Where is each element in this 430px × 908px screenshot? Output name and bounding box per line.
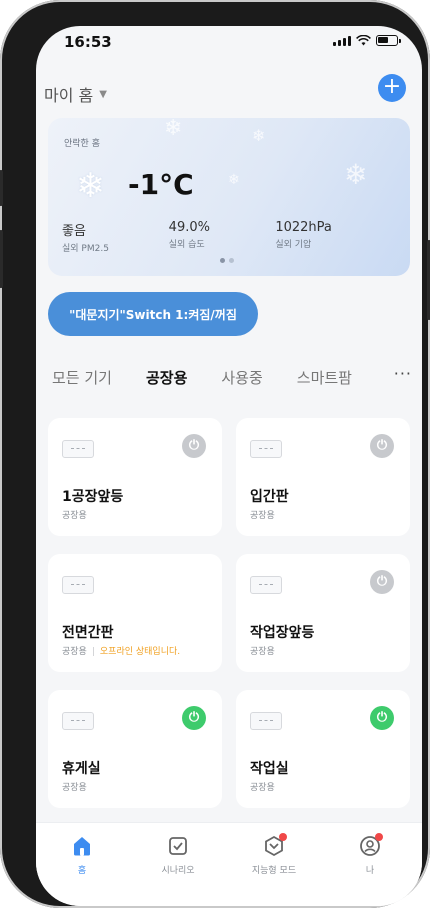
snowflake-decoration-icon: ❄ xyxy=(344,158,368,191)
room-tabs: 모든 기기 공장용 사용중 스마트팜 ··· xyxy=(52,362,412,392)
nav-item-scenario[interactable]: 시나리오 xyxy=(138,833,218,876)
device-room-label: 공장용 xyxy=(62,647,87,657)
device-card[interactable]: ⏻ 휴게실 공장용 xyxy=(48,690,222,808)
device-room: 공장용 xyxy=(62,780,87,793)
device-thumbnail xyxy=(62,440,94,458)
device-card[interactable]: ⏻ 작업실 공장용 xyxy=(236,690,410,808)
device-thumbnail xyxy=(250,576,282,594)
tab-in-use[interactable]: 사용중 xyxy=(221,367,262,388)
page-dot xyxy=(229,258,234,263)
status-icons xyxy=(333,35,401,46)
device-card[interactable]: ⏻ 작업장앞등 공장용 xyxy=(236,554,410,672)
status-bar: 16:53 xyxy=(36,26,422,66)
page-indicator xyxy=(220,258,234,263)
tab-all-devices[interactable]: 모든 기기 xyxy=(52,367,112,388)
profile-icon-wrap xyxy=(357,833,383,859)
device-thumbnail xyxy=(250,440,282,458)
battery-icon xyxy=(376,35,401,46)
more-tabs-button[interactable]: ··· xyxy=(394,364,412,383)
device-room: 공장용 xyxy=(250,508,275,521)
smart-mode-icon-wrap xyxy=(261,833,287,859)
device-room-label: 공장용 xyxy=(62,511,87,521)
weather-location-label: 안락한 홈 xyxy=(64,139,100,149)
notification-dot xyxy=(375,833,383,841)
app-screen: 16:53 마이 홈 ▼ + ❄ ❄ ❄ ❄ 안락한 홈 ❄ -1°C 좋음 실… xyxy=(36,26,422,906)
power-button[interactable]: ⏻ xyxy=(370,434,394,458)
device-name: 작업실 xyxy=(250,761,289,777)
temperature-value: -1°C xyxy=(128,168,194,201)
device-card[interactable]: 전면간판 공장용 | 오프라인 상태입니다. xyxy=(48,554,222,672)
power-button[interactable]: ⏻ xyxy=(370,570,394,594)
device-name: 휴게실 xyxy=(62,761,101,777)
snowflake-icon: ❄ xyxy=(76,166,105,206)
offline-status: 오프라인 상태입니다. xyxy=(99,647,181,657)
device-card[interactable]: ⏻ 1공장앞등 공장용 xyxy=(48,418,222,536)
device-name: 입간판 xyxy=(250,489,289,505)
phone-frame: 16:53 마이 홈 ▼ + ❄ ❄ ❄ ❄ 안락한 홈 ❄ -1°C 좋음 실… xyxy=(0,0,430,908)
stat-value: 좋음 xyxy=(62,224,86,239)
device-room: 공장용 xyxy=(250,780,275,793)
tab-factory[interactable]: 공장용 xyxy=(146,367,187,388)
snowflake-decoration-icon: ❄ xyxy=(164,118,183,141)
device-thumbnail xyxy=(62,712,94,730)
wifi-icon xyxy=(356,35,371,46)
volume-up-button xyxy=(0,230,3,288)
caret-down-icon: ▼ xyxy=(99,88,107,100)
device-name: 전면간판 xyxy=(62,625,114,641)
mute-switch xyxy=(0,170,3,206)
nav-label: 나 xyxy=(365,866,375,876)
stat-label: 실외 기압 xyxy=(275,240,312,250)
separator: | xyxy=(91,647,95,657)
nav-label: 홈 xyxy=(77,866,87,876)
checkbox-icon xyxy=(169,837,187,855)
stat-value: 1022hPa xyxy=(275,220,332,235)
add-button[interactable]: + xyxy=(378,74,406,102)
notification-dot xyxy=(279,833,287,841)
home-header: 마이 홈 ▼ + xyxy=(36,66,422,116)
snowflake-decoration-icon: ❄ xyxy=(228,172,240,188)
stat-label: 실외 PM2.5 xyxy=(62,244,109,254)
device-room-label: 공장용 xyxy=(250,647,275,657)
device-name: 작업장앞등 xyxy=(250,625,315,641)
status-time: 16:53 xyxy=(64,33,112,51)
home-icon xyxy=(74,837,90,856)
home-selector[interactable]: 마이 홈 ▼ xyxy=(44,82,107,106)
weather-stats: 좋음 실외 PM2.5 49.0% 실외 습도 1022hPa 실외 기압 xyxy=(62,220,382,254)
device-name: 1공장앞등 xyxy=(62,489,124,505)
device-card[interactable]: ⏻ 입간판 공장용 xyxy=(236,418,410,536)
device-room: 공장용 xyxy=(62,508,87,521)
device-room-label: 공장용 xyxy=(250,511,275,521)
device-room-label: 공장용 xyxy=(62,783,87,793)
nav-label: 시나리오 xyxy=(161,866,195,876)
page-dot-active xyxy=(220,258,225,263)
stat-value: 49.0% xyxy=(168,220,210,235)
stat-pm25: 좋음 실외 PM2.5 xyxy=(62,220,159,254)
power-button[interactable]: ⏻ xyxy=(370,706,394,730)
nav-item-me[interactable]: 나 xyxy=(330,833,410,876)
signal-icon xyxy=(333,35,351,46)
tab-smart-farm[interactable]: 스마트팜 xyxy=(297,367,352,388)
device-room: 공장용 xyxy=(250,644,275,657)
nav-item-home[interactable]: 홈 xyxy=(42,833,122,876)
device-room-label: 공장용 xyxy=(250,783,275,793)
stat-label: 실외 습도 xyxy=(168,240,205,250)
device-thumbnail xyxy=(62,576,94,594)
power-button[interactable]: ⏻ xyxy=(182,706,206,730)
snowflake-decoration-icon: ❄ xyxy=(252,126,266,145)
power-button[interactable]: ⏻ xyxy=(182,434,206,458)
scene-shortcut-button[interactable]: "대문지기"Switch 1:켜짐/꺼짐 xyxy=(48,292,258,336)
nav-label: 지능형 모드 xyxy=(251,866,297,876)
device-thumbnail xyxy=(250,712,282,730)
weather-card[interactable]: ❄ ❄ ❄ ❄ 안락한 홈 ❄ -1°C 좋음 실외 PM2.5 49.0% 실… xyxy=(48,118,410,276)
device-room: 공장용 | 오프라인 상태입니다. xyxy=(62,644,180,657)
home-name: 마이 홈 xyxy=(44,86,94,105)
stat-pressure: 1022hPa 실외 기압 xyxy=(275,220,372,254)
nav-item-smart-mode[interactable]: 지능형 모드 xyxy=(234,833,314,876)
bottom-nav: 홈 시나리오 지능형 모드 나 xyxy=(36,822,422,906)
stat-humidity: 49.0% 실외 습도 xyxy=(169,220,266,254)
